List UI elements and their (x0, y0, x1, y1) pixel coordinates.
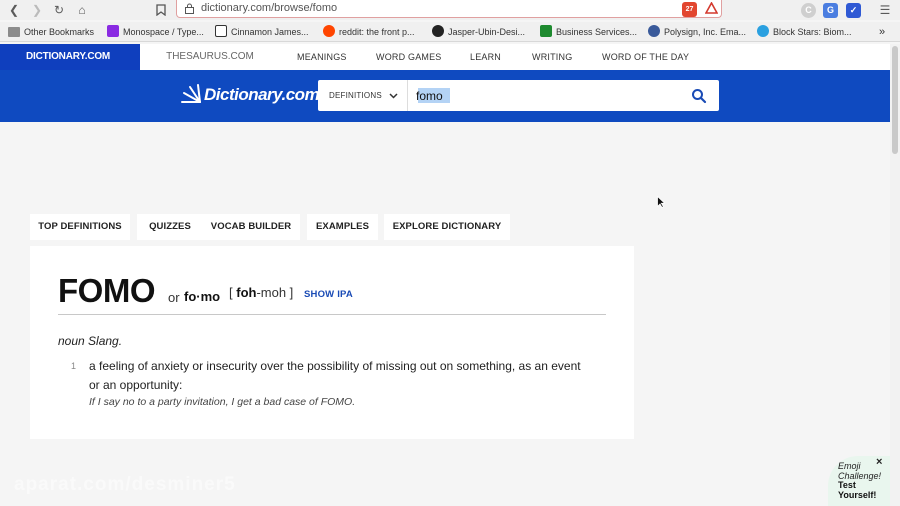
bookmark-business[interactable]: Business Services... (540, 25, 637, 39)
forward-icon[interactable]: ❯ (29, 2, 45, 18)
bookmark-cinnamon[interactable]: Cinnamon James... (215, 25, 309, 39)
brave-rewards-icon[interactable] (704, 1, 719, 17)
brave-shield-icon[interactable]: 27 (682, 2, 697, 17)
polysign-favicon (648, 25, 660, 37)
nav-word-of-the-day[interactable]: WORD OF THE DAY (602, 44, 689, 70)
address-bar[interactable]: dictionary.com/browse/fomo 27 (176, 0, 722, 18)
translate-icon[interactable]: G (823, 3, 838, 18)
brand-name: Dictionary.com (204, 85, 320, 104)
url-text: dictionary.com/browse/fomo (201, 2, 338, 14)
lock-icon (185, 3, 194, 14)
back-icon[interactable]: ❮ (6, 2, 22, 18)
bookmark-other[interactable]: Other Bookmarks (8, 25, 94, 39)
pron-stress: foh (236, 285, 257, 300)
search-icon[interactable] (691, 88, 707, 104)
bookmark-monospace[interactable]: Monospace / Type... (107, 25, 204, 39)
pron-rest: -moh ] (256, 285, 294, 300)
scrollbar-thumb[interactable] (892, 46, 898, 154)
part-of-speech: noun Slang. (58, 334, 123, 348)
bookmark-reddit[interactable]: reddit: the front p... (323, 25, 415, 39)
headword: FOMO (58, 272, 155, 309)
emoji-title: Emoji Challenge! (838, 461, 882, 481)
watermark: aparat.com/desminer5 (14, 474, 236, 495)
pronunciation: [ foh-moh ] (229, 285, 293, 300)
bookmark-label: reddit: the front p... (339, 27, 415, 37)
definition-text: a feeling of anxiety or insecurity over … (89, 359, 581, 392)
emoji-cta[interactable]: Test Yourself! (838, 480, 888, 500)
entry-card: FOMO or fo·mo [ foh-moh ] SHOW IPA noun … (30, 246, 634, 439)
dictionary-tab[interactable]: DICTIONARY.COM (0, 44, 140, 70)
bookmark-label: Monospace / Type... (123, 27, 204, 37)
browser-toolbar: ❮ ❯ ↻ ⌂ dictionary.com/browse/fomo 27 C … (0, 0, 900, 20)
nav-writing[interactable]: WRITING (532, 44, 572, 70)
definitions-dropdown[interactable]: DEFINITIONS (318, 80, 408, 111)
bookmark-label: Jasper-Ubin-Desi... (448, 27, 526, 37)
show-ipa-button[interactable]: SHOW IPA (304, 289, 353, 300)
nav-meanings[interactable]: MEANINGS (297, 44, 347, 70)
tab-explore-dictionary[interactable]: EXPLORE DICTIONARY (384, 214, 510, 240)
blockstars-favicon (757, 25, 769, 37)
chevron-down-icon (389, 93, 398, 99)
shield-count: 27 (685, 6, 694, 13)
thesaurus-tab[interactable]: THESAURUS.COM (140, 44, 280, 70)
search-header: Dictionary.com DEFINITIONS (0, 70, 890, 122)
bookmark-blockstars[interactable]: Block Stars: Biom... (757, 25, 852, 39)
bookmarks-bar: Other Bookmarks Monospace / Type... Cinn… (0, 22, 900, 42)
divider (58, 314, 606, 315)
tab-quizzes[interactable]: QUIZZES (137, 214, 203, 240)
or-label: or (168, 290, 180, 305)
reload-icon[interactable]: ↻ (51, 2, 67, 18)
bookmark-jasper[interactable]: Jasper-Ubin-Desi... (432, 25, 525, 39)
monospace-favicon (107, 25, 119, 37)
cinnamon-favicon (215, 25, 227, 37)
github-favicon (432, 25, 444, 37)
tab-examples[interactable]: EXAMPLES (307, 214, 378, 240)
bookmark-polysign[interactable]: Polysign, Inc. Ema... (648, 25, 746, 39)
mouse-cursor-icon (657, 196, 665, 208)
site-topnav: DICTIONARY.COM THESAURUS.COM MEANINGS WO… (0, 44, 890, 70)
sense-number: 1 (71, 361, 77, 371)
extension-c-icon[interactable]: C (801, 3, 816, 18)
nav-word-games[interactable]: WORD GAMES (376, 44, 442, 70)
dropdown-label: DEFINITIONS (329, 91, 382, 100)
search-input[interactable] (416, 86, 676, 106)
page-scrollbar[interactable] (890, 44, 900, 506)
folder-icon (8, 27, 20, 37)
more-bookmarks-icon[interactable]: » (879, 25, 885, 39)
tab-top-definitions[interactable]: TOP DEFINITIONS (30, 214, 130, 240)
bookmark-icon[interactable] (153, 2, 169, 18)
extension-shield-icon[interactable]: ✓ (846, 3, 861, 18)
bookmark-label: Block Stars: Biom... (773, 27, 852, 37)
alt-spelling: fo·mo (184, 289, 221, 304)
bookmark-label: Other Bookmarks (24, 27, 95, 37)
example-sentence: If I say no to a party invitation, I get… (89, 396, 356, 408)
sunburst-icon (181, 84, 201, 103)
business-favicon (540, 25, 552, 37)
bookmark-label: Cinnamon James... (231, 27, 309, 37)
menu-icon[interactable]: ☰ (877, 2, 893, 18)
bookmark-label: Polysign, Inc. Ema... (664, 27, 747, 37)
reddit-favicon (323, 25, 335, 37)
emoji-challenge-widget[interactable]: × Emoji Challenge! Test Yourself! (828, 456, 890, 506)
nav-learn[interactable]: LEARN (470, 44, 501, 70)
home-icon[interactable]: ⌂ (74, 2, 90, 18)
bookmark-label: Business Services... (556, 27, 638, 37)
search-box: DEFINITIONS (318, 80, 719, 111)
tab-vocab-builder[interactable]: VOCAB BUILDER (202, 214, 300, 240)
